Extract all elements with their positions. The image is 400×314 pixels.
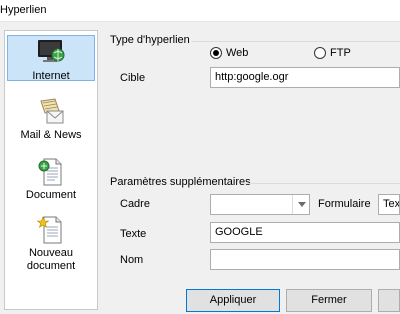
sidebar-item-label-line2: document xyxy=(26,260,76,272)
content-panel: Type d'hyperlien Web FTP Cible http:goog… xyxy=(104,22,400,314)
divider xyxy=(242,183,400,184)
sidebar-item-mail-news[interactable]: Mail & News xyxy=(7,97,95,143)
document-icon xyxy=(35,157,67,189)
frame-combobox[interactable] xyxy=(210,194,310,215)
name-label: Nom xyxy=(120,254,144,266)
partial-button[interactable] xyxy=(378,289,400,312)
sidebar-item-new-document[interactable]: Nouveau document xyxy=(7,215,95,275)
target-input[interactable]: http:google.ogr xyxy=(210,67,400,88)
mail-news-icon xyxy=(35,97,67,129)
sidebar-item-label-line1: Nouveau xyxy=(28,247,74,259)
sidebar-item-label: Internet xyxy=(32,70,70,82)
target-label: Cible xyxy=(120,72,146,84)
chevron-down-icon[interactable] xyxy=(292,195,309,214)
hyperlink-type-title: Type d'hyperlien xyxy=(110,34,190,46)
name-input[interactable] xyxy=(210,249,400,270)
apply-button[interactable]: Appliquer xyxy=(186,289,280,312)
sidebar-item-internet[interactable]: Internet xyxy=(7,35,95,82)
dialog-body: Internet Mail & News Document Nouveau do… xyxy=(0,22,400,314)
frame-label: Cadre xyxy=(120,198,150,210)
radio-ftp-indicator[interactable] xyxy=(314,47,326,59)
radio-ftp[interactable]: FTP xyxy=(314,47,351,59)
text-input[interactable]: GOOGLE xyxy=(210,222,400,243)
category-sidebar: Internet Mail & News Document Nouveau do… xyxy=(4,30,98,310)
title-bar: Hyperlien xyxy=(0,0,400,22)
radio-web-label: Web xyxy=(226,47,249,59)
radio-web[interactable]: Web xyxy=(210,47,248,59)
globe-monitor-icon xyxy=(35,38,67,70)
close-button[interactable]: Fermer xyxy=(286,289,372,312)
sidebar-item-label: Document xyxy=(25,189,77,201)
text-label: Texte xyxy=(120,228,147,240)
form-label: Formulaire xyxy=(318,198,371,210)
sidebar-item-label: Mail & News xyxy=(20,129,82,141)
extra-settings-title: Paramètres supplémentaires xyxy=(110,176,251,188)
radio-web-indicator[interactable] xyxy=(210,47,222,59)
window-title: Hyperlien xyxy=(0,4,47,16)
divider xyxy=(192,41,400,42)
new-document-icon xyxy=(35,215,67,247)
radio-ftp-label: FTP xyxy=(330,47,351,59)
sidebar-item-document[interactable]: Document xyxy=(7,157,95,203)
form-combobox[interactable]: Text xyxy=(378,194,400,215)
